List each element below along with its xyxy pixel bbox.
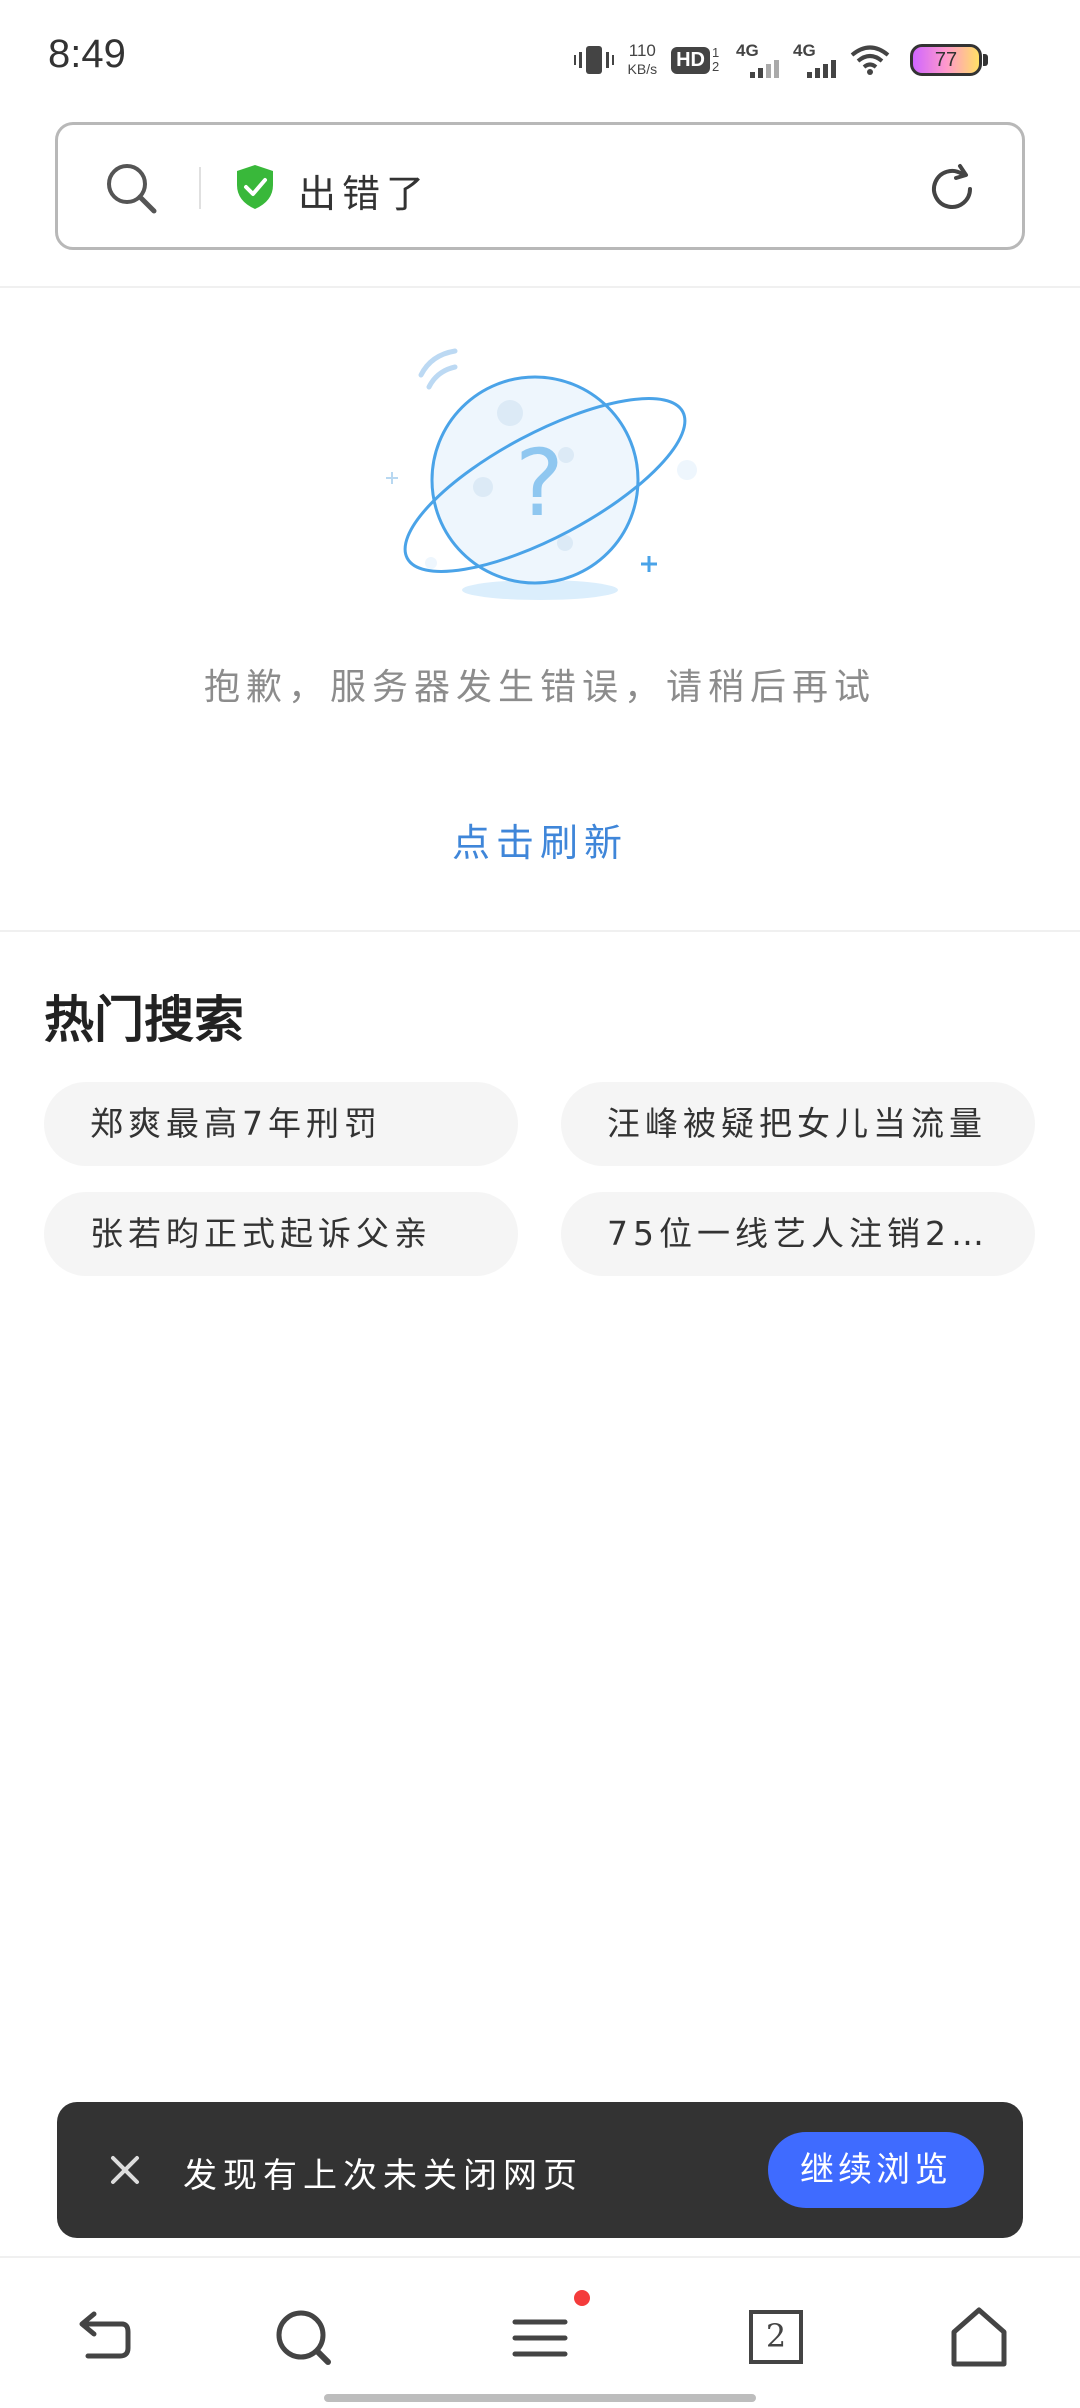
- battery-icon: 77: [910, 44, 982, 76]
- net-speed-unit: KB/s: [627, 61, 658, 77]
- reload-icon[interactable]: [924, 161, 980, 217]
- refresh-link[interactable]: 点击刷新: [440, 812, 640, 867]
- vibrate-icon: [573, 43, 614, 77]
- bottom-nav: 2: [0, 2258, 1080, 2408]
- menu-icon[interactable]: [505, 2302, 575, 2372]
- address-bar[interactable]: 出错了: [55, 122, 1025, 250]
- battery-tip: [983, 54, 988, 66]
- divider: [0, 286, 1080, 288]
- search-icon[interactable]: [104, 161, 158, 215]
- net-speed-value: 110: [628, 41, 656, 60]
- battery-level: 77: [934, 49, 958, 71]
- hd-sub: 1 2: [712, 45, 720, 74]
- hd-label: HD: [671, 46, 710, 74]
- divider: [0, 930, 1080, 932]
- close-icon[interactable]: [101, 2146, 149, 2194]
- back-icon[interactable]: [66, 2302, 136, 2372]
- signal-icon: 4G: [736, 42, 779, 78]
- net-speed: 110 KB/s: [628, 41, 658, 79]
- hot-search-item[interactable]: 张若昀正式起诉父亲: [44, 1192, 518, 1276]
- sim2-label: 4G: [793, 41, 816, 60]
- status-bar: 8:49 110 KB/s HD 1 2 4G 4G 77: [0, 0, 1080, 110]
- tabs-icon[interactable]: 2: [741, 2302, 811, 2372]
- hot-search-item[interactable]: 汪峰被疑把女儿当流量: [561, 1082, 1035, 1166]
- error-planet-illustration: ?: [386, 348, 697, 600]
- home-icon[interactable]: [944, 2302, 1014, 2372]
- error-message: 抱歉，服务器发生错误，请稍后再试: [203, 667, 876, 708]
- address-text: 出错了: [298, 172, 431, 216]
- notification-dot: [574, 2290, 590, 2306]
- home-indicator[interactable]: [324, 2394, 756, 2402]
- svg-text:?: ?: [515, 430, 564, 537]
- status-time: 8:49: [48, 32, 126, 76]
- signal-icon: 4G: [793, 42, 836, 78]
- hot-search-item[interactable]: 郑爽最高7年刑罚: [44, 1082, 518, 1166]
- hd-voice-icon: HD 1 2: [671, 46, 722, 74]
- hot-search-item[interactable]: 75位一线艺人注销2…: [561, 1192, 1035, 1276]
- continue-browsing-button[interactable]: 继续浏览: [768, 2132, 984, 2208]
- search-icon[interactable]: [268, 2302, 338, 2372]
- browser-page: 8:49 110 KB/s HD 1 2 4G 4G 77 出错了 ? 抱歉，服…: [0, 0, 1080, 2408]
- sim1-label: 4G: [736, 41, 759, 60]
- restore-tabs-snackbar: 发现有上次未关闭网页 继续浏览: [57, 2102, 1023, 2238]
- tab-count: 2: [765, 2317, 787, 2355]
- hot-search-title: 热门搜索: [44, 991, 244, 1049]
- shield-check-icon: [237, 165, 273, 209]
- snackbar-message: 发现有上次未关闭网页: [183, 2156, 583, 2196]
- status-icons: 110 KB/s HD 1 2 4G 4G: [573, 36, 890, 84]
- address-divider: [199, 167, 201, 209]
- wifi-icon: [850, 44, 890, 76]
